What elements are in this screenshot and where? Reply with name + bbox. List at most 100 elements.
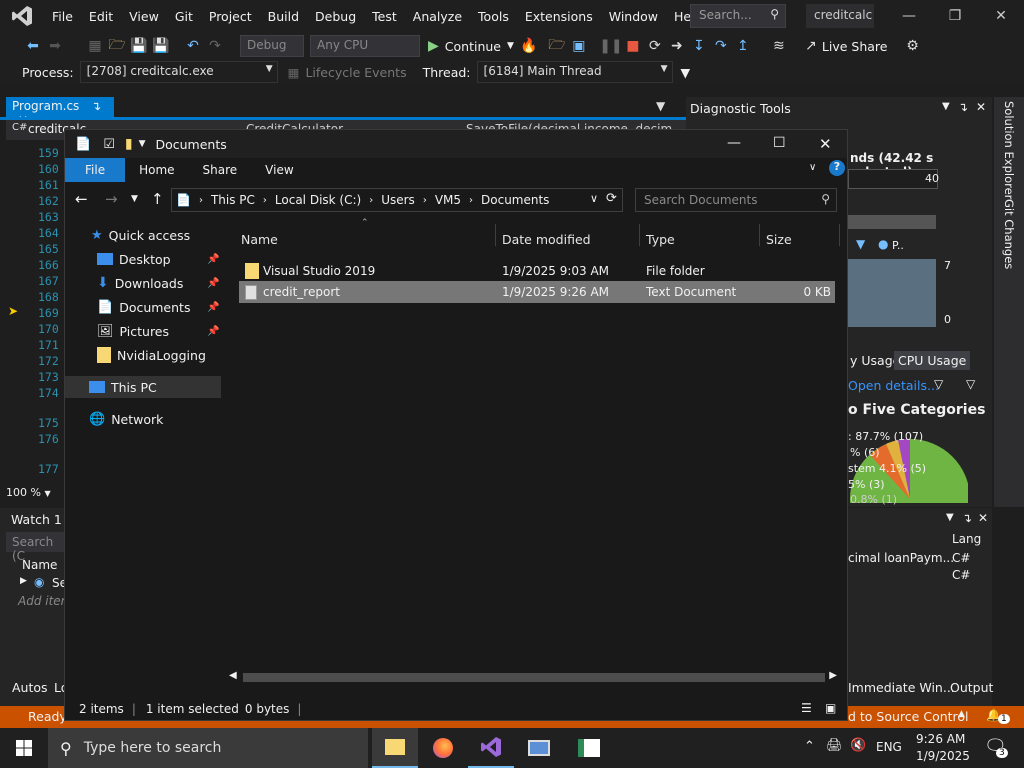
up-arrow-icon[interactable]: ↑ <box>151 190 164 208</box>
continue-button[interactable]: ▶ Continue ▼ <box>428 38 514 54</box>
nav-quick-access[interactable]: ★ Quick access <box>65 224 221 246</box>
menu-edit[interactable]: Edit <box>81 9 121 24</box>
menu-tools[interactable]: Tools <box>470 9 517 24</box>
volume-muted-icon[interactable]: 🔇 <box>850 738 866 753</box>
clock-date[interactable]: 1/9/2025 <box>916 749 970 763</box>
breadcrumb-documents[interactable]: Documents <box>481 193 549 207</box>
redo-icon[interactable]: ↷ <box>204 35 226 57</box>
maximize-icon[interactable]: ☐ <box>773 135 786 151</box>
git-changes-tab[interactable]: Git Changes <box>1002 199 1016 269</box>
watch-search-input[interactable]: Search (C <box>6 532 66 563</box>
network-tray-icon[interactable]: 🖨 <box>826 738 843 753</box>
close-icon[interactable]: ✕ <box>976 100 986 114</box>
nav-documents[interactable]: 📄 Documents 📌 <box>65 296 221 318</box>
pin-icon[interactable]: ↴ <box>91 99 101 113</box>
nav-nvidialogging[interactable]: NvidiaLogging <box>65 344 221 366</box>
breadcrumb-local-disk[interactable]: Local Disk (C:) <box>275 193 361 207</box>
column-type[interactable]: Type <box>646 232 675 252</box>
taskbar-file-explorer[interactable] <box>372 728 418 768</box>
close-icon[interactable]: ✕ <box>819 135 832 153</box>
help-icon[interactable]: ? <box>829 160 845 176</box>
nav-network[interactable]: 🌐 Network <box>65 408 221 430</box>
nav-pictures[interactable]: 🖼 Pictures 📌 <box>65 320 221 342</box>
filter-icon[interactable]: ▼ <box>681 65 691 80</box>
breakpoints-icon[interactable]: ≋ <box>768 35 790 57</box>
back-icon[interactable]: ⬅ <box>22 35 44 57</box>
menu-analyze[interactable]: Analyze <box>405 9 470 24</box>
nav-downloads[interactable]: ⬇ Downloads 📌 <box>65 272 221 294</box>
breadcrumb-vm5[interactable]: VM5 <box>435 193 461 207</box>
hot-reload-icon[interactable]: 🔥 <box>518 35 540 57</box>
tab-dropdown-icon[interactable]: ▼ <box>650 97 671 117</box>
taskbar-app[interactable] <box>566 728 612 768</box>
address-history-icon[interactable]: ∨ <box>590 192 598 205</box>
expand-ribbon-icon[interactable]: ∨ <box>809 162 816 173</box>
open-details-link[interactable]: Open details... <box>848 378 939 393</box>
live-share-label[interactable]: Live Share <box>822 39 888 54</box>
ribbon-tab-share[interactable]: Share <box>189 158 252 182</box>
call-stack-row-name[interactable]: cimal loanPaym... <box>848 551 954 565</box>
new-folder-icon[interactable]: ▮ <box>125 136 133 152</box>
new-project-icon[interactable]: ▦ <box>84 35 106 57</box>
taskbar-search-box[interactable]: ⚲ Type here to search <box>48 728 368 768</box>
address-bar[interactable]: 📄 › This PC › Local Disk (C:) › Users › … <box>171 188 623 212</box>
show-next-statement-icon[interactable]: ➜ <box>666 35 688 57</box>
minimize-icon[interactable]: — <box>886 0 932 32</box>
close-icon[interactable]: ✕ <box>978 0 1024 32</box>
menu-file[interactable]: File <box>44 9 81 24</box>
menu-git[interactable]: Git <box>167 9 201 24</box>
browser-link-icon[interactable]: ▣ <box>568 35 590 57</box>
chevron-up-icon[interactable]: ⌃ <box>804 739 815 754</box>
close-icon[interactable]: ✕ <box>978 511 988 525</box>
tab-cpu-usage[interactable]: CPU Usage <box>894 351 971 370</box>
save-icon[interactable]: 💾 <box>128 35 150 57</box>
ribbon-tab-home[interactable]: Home <box>125 158 188 182</box>
tab-autos[interactable]: Autos <box>12 680 48 695</box>
add-to-source-control[interactable]: d to Source Control <box>848 709 969 724</box>
file-row-visual-studio-2019[interactable]: Visual Studio 2019 1/9/2025 9:03 AM File… <box>239 260 835 282</box>
ribbon-tab-file[interactable]: File <box>65 158 126 182</box>
chevron-down-icon[interactable]: ▼ <box>946 512 954 523</box>
step-over-icon[interactable]: ↷ <box>710 35 732 57</box>
nav-desktop[interactable]: Desktop 📌 <box>65 248 221 270</box>
breadcrumb-users[interactable]: Users <box>381 193 415 207</box>
filter-icon[interactable]: ▽ <box>934 377 943 391</box>
details-view-icon[interactable]: ☰ <box>801 701 812 715</box>
column-size[interactable]: Size <box>766 232 792 252</box>
open-folder-icon[interactable]: 🗁 <box>106 35 128 57</box>
thread-select[interactable]: [6184] Main Thread ▼ <box>476 61 673 83</box>
menu-project[interactable]: Project <box>201 9 260 24</box>
timeline-ruler[interactable]: 40 <box>848 169 939 189</box>
properties-icon[interactable]: ☑ <box>103 137 115 152</box>
step-into-icon[interactable]: ↧ <box>688 35 710 57</box>
lifecycle-events-button[interactable]: Lifecycle Events <box>305 65 406 80</box>
input-language[interactable]: ENG <box>876 740 902 754</box>
expand-icon[interactable]: ▶ <box>20 576 27 586</box>
tab-immediate-window[interactable]: Immediate Win... <box>848 680 955 695</box>
back-arrow-icon[interactable]: ← <box>75 190 88 208</box>
pin-icon[interactable]: ↴ <box>962 511 972 525</box>
file-row-credit-report[interactable]: credit_report 1/9/2025 9:26 AM Text Docu… <box>239 281 835 303</box>
visual-studio-logo-icon[interactable] <box>0 0 44 32</box>
minimize-icon[interactable]: — <box>727 135 741 151</box>
forward-arrow-icon[interactable]: → <box>105 190 118 208</box>
menu-view[interactable]: View <box>121 9 167 24</box>
chevron-down-icon[interactable]: ▼ <box>942 101 950 112</box>
taskbar-remote-desktop[interactable] <box>516 728 562 768</box>
scroll-right-icon[interactable]: ▶ <box>829 670 837 681</box>
add-watch-item[interactable]: Add iten <box>18 594 68 608</box>
save-all-icon[interactable]: 💾 <box>150 35 172 57</box>
start-button[interactable] <box>0 728 48 768</box>
folder-icon[interactable]: 🗁 <box>546 35 568 57</box>
ribbon-tab-view[interactable]: View <box>251 158 307 182</box>
live-share-icon[interactable]: ↗ <box>800 35 822 57</box>
tab-output[interactable]: Output <box>950 680 993 695</box>
column-date-modified[interactable]: Date modified <box>502 232 591 252</box>
recent-locations-icon[interactable]: ▼ <box>131 194 138 204</box>
zoom-level[interactable]: 100 % ▼ <box>6 486 70 500</box>
menu-window[interactable]: Window <box>601 9 666 24</box>
pin-icon[interactable]: ↴ <box>958 100 968 114</box>
language-column[interactable]: Lang <box>952 532 981 546</box>
filter-icon[interactable]: ▽ <box>966 377 975 391</box>
vs-search-input[interactable]: Search... ⚲ <box>690 4 786 28</box>
